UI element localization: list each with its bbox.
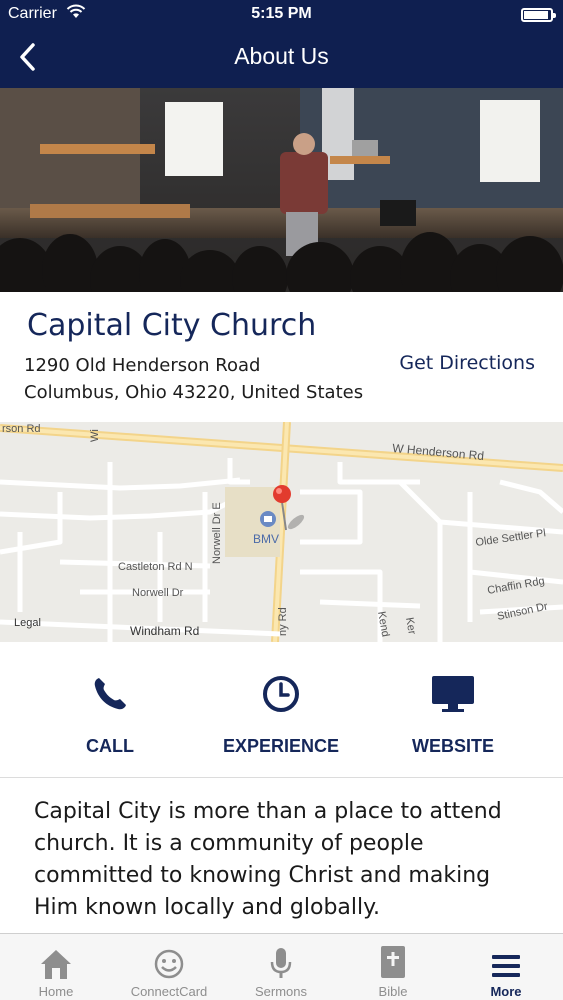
clock-time: 5:15 PM [251,5,312,22]
map-pin-icon [273,485,291,503]
home-icon [0,934,112,980]
experience-button[interactable]: EXPERIENCE [206,672,356,757]
tab-connectcard[interactable]: ConnectCard [113,934,225,1000]
smiley-icon [113,934,225,980]
navigation-bar: About Us [0,30,563,88]
action-buttons: CALL EXPERIENCE WEBSITE [0,642,563,778]
call-button[interactable]: CALL [35,672,185,757]
tab-bible-label: Bible [378,984,408,999]
tab-connectcard-label: ConnectCard [130,984,208,999]
hero-photo [0,88,563,292]
tab-sermons[interactable]: Sermons [225,934,337,1000]
website-button[interactable]: WEBSITE [378,672,528,757]
menu-icon [450,934,562,980]
phone-icon [35,672,185,716]
tab-home[interactable]: Home [0,934,112,1000]
top-bar: Carrier 5:15 PM About Us [0,0,563,88]
map-label-norwell-dr: Norwell Dr [132,587,184,599]
tab-more[interactable]: More [450,934,562,1000]
map-label-ny-rd: ny Rd [277,607,289,636]
get-directions-link[interactable]: Get Directions [399,352,535,374]
battery-icon [521,8,556,22]
map-label-wi: Wi [89,429,101,442]
address-line-2: Columbus, Ohio 43220, United States [24,382,364,403]
website-label: WEBSITE [411,736,494,756]
address-line-1: 1290 Old Henderson Road [24,355,261,376]
church-name: Capital City Church [27,308,317,343]
map-label-norwell-dr-e: Norwell Dr E [211,502,223,564]
tab-home-label: Home [38,984,74,999]
map-label-castleton: Castleton Rd N [118,561,193,573]
status-bar: Carrier 5:15 PM [0,0,563,30]
map-label-bmv: BMV [253,532,279,546]
page-title: About Us [234,43,329,69]
experience-label: EXPERIENCE [222,736,340,756]
monitor-icon [378,672,528,716]
church-description: Capital City is more than a place to att… [34,799,502,920]
tab-sermons-label: Sermons [254,984,308,999]
clock-icon [206,672,356,716]
map-label-legal: Legal [14,617,41,629]
microphone-icon [225,934,337,980]
location-map[interactable]: rson Rd Wi W Henderson Rd Norwell Dr E B… [0,422,563,642]
tab-bar: Home ConnectCard Sermons Bible More [0,933,563,1000]
bible-icon [337,934,449,980]
call-label: CALL [86,736,134,756]
tab-bible[interactable]: Bible [337,934,449,1000]
map-label-windham: Windham Rd [130,624,199,638]
map-label-rson-rd: rson Rd [2,423,41,435]
church-info: Capital City Church 1290 Old Henderson R… [0,292,563,422]
tab-more-label: More [490,984,522,999]
